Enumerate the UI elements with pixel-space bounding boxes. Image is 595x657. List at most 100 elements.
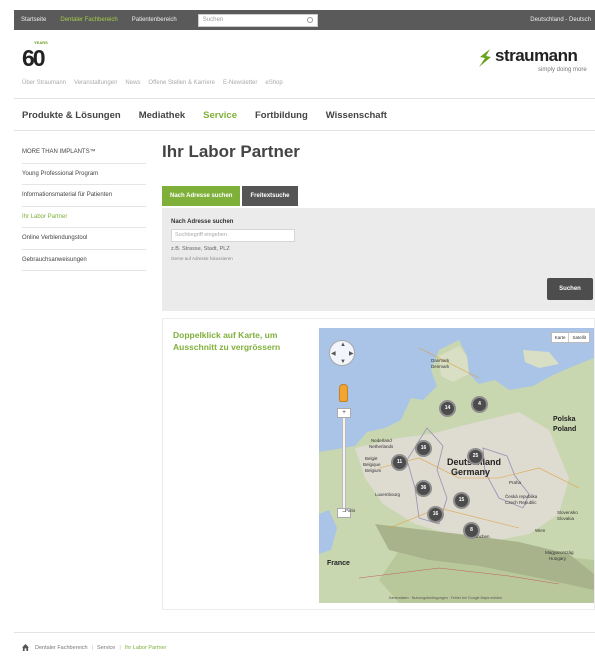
- map-label: Magyarország: [545, 550, 574, 555]
- map-label: Praha: [509, 480, 522, 485]
- country-selector[interactable]: Deutschland - Deutsch: [523, 17, 595, 23]
- top-search-input[interactable]: Suchen: [197, 13, 318, 27]
- top-link-home[interactable]: Startseite: [14, 17, 53, 23]
- map-card: Doppelklick auf Karte, um Ausschnitt zu …: [162, 318, 595, 610]
- pan-left-icon[interactable]: ◀: [331, 351, 336, 357]
- map-cluster-marker[interactable]: 11: [391, 454, 408, 471]
- map-label: België: [365, 456, 378, 461]
- search-icon[interactable]: [306, 16, 313, 23]
- brand-tagline: simply doing more: [538, 67, 587, 73]
- pan-down-icon[interactable]: ▼: [340, 359, 346, 365]
- logo-years-label: YEARS: [34, 40, 48, 45]
- map-label: Hungary: [549, 556, 567, 561]
- map-label: Denmark: [431, 364, 450, 369]
- address-search-form: Nach Adresse suchen Suchbegriff eingeben…: [162, 208, 595, 311]
- address-hint: z.B. Strasse, Stadt, PLZ: [171, 246, 230, 252]
- map-label: Poland: [553, 426, 577, 433]
- logo-number: 60: [22, 45, 46, 71]
- tab-free-text[interactable]: Freitextsuche: [242, 186, 298, 206]
- map-label: Germany: [451, 467, 491, 477]
- mainnav-science[interactable]: Wissenschaft: [326, 110, 387, 121]
- secnav-item[interactable]: Veranstaltungen: [74, 80, 117, 86]
- top-search-placeholder: Suchen: [202, 17, 224, 23]
- map-label: Slovensko: [557, 510, 578, 515]
- mainnav-training[interactable]: Fortbildung: [255, 110, 308, 121]
- top-bar: Startseite Dentaler Fachbereich Patiente…: [14, 10, 595, 30]
- secnav-item[interactable]: Über Straumann: [22, 80, 66, 86]
- map-attribution[interactable]: Kartendaten · Nutzungsbedingungen · Fehl…: [389, 596, 502, 600]
- secnav-item[interactable]: E-Newsletter: [223, 80, 257, 86]
- map-hint: Doppelklick auf Karte, um Ausschnitt zu …: [173, 330, 281, 352]
- secondary-nav: Über Straumann Veranstaltungen News Offe…: [22, 80, 291, 86]
- anniversary-logo[interactable]: YEARS 60: [22, 40, 48, 71]
- map-label: Netherlands: [369, 444, 394, 449]
- sidebar-item-young-professional[interactable]: Young Professional Program: [22, 164, 146, 185]
- map-label: Slovakia: [557, 516, 575, 521]
- breadcrumb-item-current: Ihr Labor Partner: [124, 644, 167, 651]
- map-label: Belgium: [365, 468, 382, 473]
- map-pan-control[interactable]: ▲ ▼ ◀ ▶: [329, 340, 355, 366]
- main-nav: Produkte & Lösungen Mediathek Service Fo…: [22, 110, 405, 121]
- sidebar-item-instructions[interactable]: Gebrauchsanweisungen: [22, 250, 146, 271]
- map-type-satellite[interactable]: Satellit: [568, 333, 589, 342]
- mainnav-media[interactable]: Mediathek: [139, 110, 185, 121]
- top-link-dental[interactable]: Dentaler Fachbereich: [53, 17, 124, 23]
- address-label: Nach Adresse suchen: [171, 219, 234, 225]
- search-tabs: Nach Adresse suchen Freitextsuche: [162, 186, 300, 206]
- sidebar-item-patient-info[interactable]: Informationsmaterial für Patienten: [22, 185, 146, 207]
- map-cluster-marker[interactable]: 16: [415, 440, 432, 457]
- zoom-slider[interactable]: [342, 408, 346, 518]
- map-label: France: [327, 560, 350, 567]
- sidebar: MORE THAN IMPLANTS™ Young Professional P…: [22, 142, 146, 271]
- map-label: Česká republika: [505, 494, 538, 499]
- map-cluster-marker[interactable]: 15: [453, 492, 470, 509]
- map-type-switch: Karte Satellit: [550, 332, 590, 343]
- top-link-patient[interactable]: Patientenbereich: [125, 17, 184, 23]
- secnav-item[interactable]: Offene Stellen & Karriere: [148, 80, 215, 86]
- secnav-item[interactable]: News: [125, 80, 140, 86]
- map-type-map[interactable]: Karte: [552, 333, 569, 342]
- mainnav-service[interactable]: Service: [203, 110, 237, 121]
- page-title: Ihr Labor Partner: [162, 142, 300, 161]
- brand-name: straumann: [495, 46, 578, 65]
- breadcrumb-separator: |: [119, 644, 121, 651]
- pan-up-icon[interactable]: ▲: [340, 342, 346, 348]
- breadcrumb: Dentaler Fachbereich | Service | Ihr Lab…: [22, 644, 166, 651]
- divider: [14, 98, 595, 99]
- map-label: Polska: [553, 416, 576, 423]
- breadcrumb-item[interactable]: Dentaler Fachbereich: [35, 645, 88, 651]
- breadcrumb-separator: |: [91, 644, 94, 651]
- sidebar-item-lab-partner[interactable]: Ihr Labor Partner: [22, 207, 146, 228]
- divider: [14, 130, 595, 131]
- secnav-item[interactable]: eShop: [265, 80, 282, 86]
- map-cluster-marker[interactable]: 16: [427, 506, 444, 523]
- map-label: Nederland: [371, 438, 392, 443]
- tab-address-search[interactable]: Nach Adresse suchen: [162, 186, 241, 206]
- zoom-in-icon[interactable]: +: [337, 408, 351, 418]
- straumann-mark-icon: [479, 49, 491, 67]
- map-cluster-marker[interactable]: 4: [471, 396, 488, 413]
- search-button[interactable]: Suchen: [547, 278, 593, 300]
- address-small-note: Gerne auf Adresse fokussieren: [171, 256, 233, 261]
- breadcrumb-item[interactable]: Service: [97, 645, 115, 651]
- mainnav-products[interactable]: Produkte & Lösungen: [22, 110, 121, 121]
- street-view-pegman-icon[interactable]: [339, 384, 348, 402]
- divider: [14, 632, 595, 633]
- sidebar-item-veneering-tool[interactable]: Online Verblendungstool: [22, 228, 146, 250]
- map-label: Danmark: [431, 358, 450, 363]
- map-label: Luxembourg: [375, 492, 401, 497]
- map-label: Belgique: [363, 462, 381, 467]
- map-cluster-marker[interactable]: 14: [439, 400, 456, 417]
- map-label: Wien: [535, 528, 546, 533]
- map-label: Czech Republic: [505, 500, 537, 505]
- map-label: Paris: [345, 508, 356, 513]
- map-cluster-marker[interactable]: 8: [463, 522, 480, 539]
- map[interactable]: Karte Satellit ▲ ▼ ◀ ▶ + − Danmark Denma…: [319, 328, 594, 603]
- sidebar-item-more-than-implants[interactable]: MORE THAN IMPLANTS™: [22, 142, 146, 164]
- pan-right-icon[interactable]: ▶: [349, 351, 354, 357]
- map-cluster-marker[interactable]: 36: [415, 480, 432, 497]
- map-cluster-marker[interactable]: 25: [467, 448, 484, 465]
- home-icon[interactable]: [22, 644, 29, 651]
- straumann-logo[interactable]: straumann simply doing more: [478, 46, 595, 76]
- address-input[interactable]: Suchbegriff eingeben: [171, 229, 295, 242]
